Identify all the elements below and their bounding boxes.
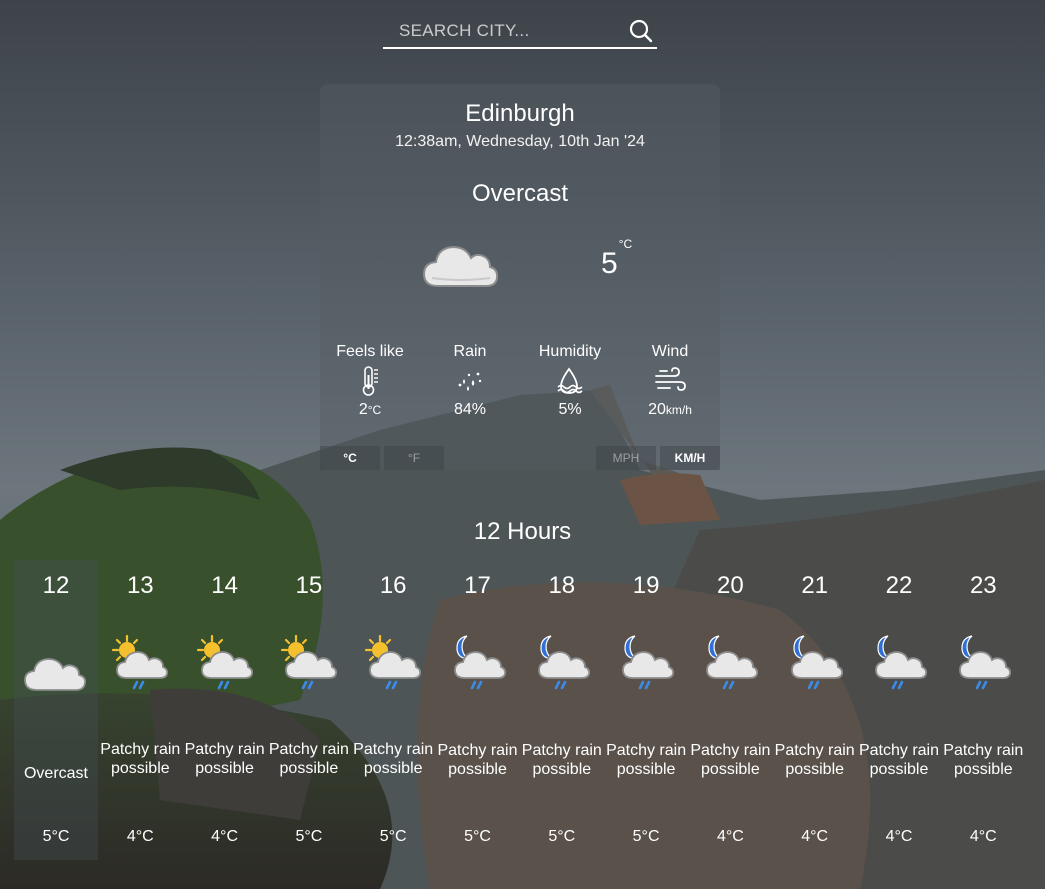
hour-label: 17	[464, 572, 491, 599]
hour-label: 15	[295, 572, 323, 599]
hour-label: 14	[211, 572, 238, 599]
hour-item: 21 Patchy rain possible 4°C	[773, 560, 857, 860]
hour-condition: Patchy rain possible	[184, 741, 265, 777]
hour-item: 18 Patchy rain possible 5°C	[520, 560, 604, 860]
stat-feels-like: Feels like 2°C	[320, 343, 420, 419]
hour-label: 21	[801, 572, 829, 599]
hour-item: 15 Patchy rain possible 5°C	[267, 560, 351, 860]
hour-temperature: 4°C	[885, 828, 913, 845]
current-weather-card: Edinburgh 12:38am, Wednesday, 10th Jan '…	[320, 84, 720, 470]
current-condition: Overcast	[471, 180, 569, 207]
hour-temperature: 4°C	[716, 828, 744, 845]
search-icon	[629, 19, 653, 42]
hour-label: 22	[885, 572, 913, 599]
unit-toggles: °C °F MPH KM/H	[320, 446, 720, 470]
weather-stats: Feels like 2°C Rain 84% Humidity 5% Wind…	[320, 343, 720, 433]
moon-cloud-rain-icon	[622, 635, 675, 690]
mph-button[interactable]: MPH	[596, 446, 656, 470]
hour-condition: Patchy rain possible	[606, 742, 687, 778]
search-button[interactable]	[627, 17, 655, 45]
hour-condition: Patchy rain possible	[353, 741, 434, 777]
hour-condition: Patchy rain possible	[943, 742, 1024, 778]
celsius-button[interactable]: °C	[320, 446, 380, 470]
hour-condition: Patchy rain possible	[268, 741, 349, 777]
hour-item: 22 Patchy rain possible 4°C	[857, 560, 941, 860]
hour-item: 17 Patchy rain possible 5°C	[436, 560, 520, 860]
stat-rain: Rain 84%	[420, 343, 520, 419]
hour-item: 12 Overcast 5°C	[14, 560, 98, 860]
cloud-icon	[422, 245, 499, 287]
hour-temperature: 5°C	[632, 828, 660, 845]
city-name: Edinburgh	[465, 100, 575, 127]
hour-item: 16 Patchy rain possible 5°C	[351, 560, 435, 860]
overcast-cloud-icon	[24, 658, 87, 691]
stat-value: 20km/h	[648, 401, 692, 418]
thermometer-icon	[362, 366, 378, 396]
local-datetime: 12:38am, Wednesday, 10th Jan '24	[395, 133, 645, 150]
current-temperature: 5°C	[601, 237, 632, 281]
hour-item: 23 Patchy rain possible 4°C	[941, 560, 1025, 860]
hour-item: 14 Patchy rain possible 4°C	[183, 560, 267, 860]
stat-label: Rain	[453, 343, 487, 360]
moon-cloud-rain-icon	[453, 635, 506, 690]
hour-label: 16	[379, 572, 407, 599]
hour-item: 13 Patchy rain possible 4°C	[98, 560, 182, 860]
hour-condition: Patchy rain possible	[774, 742, 855, 778]
hour-condition: Patchy rain possible	[858, 742, 940, 778]
stat-value: 5%	[558, 401, 582, 418]
rain-drops-icon	[458, 372, 482, 391]
temperature-value: 5	[601, 247, 618, 280]
hour-temperature: 4°C	[801, 828, 829, 845]
sun-cloud-rain-icon	[196, 634, 253, 690]
hourly-forecast-title: 12 Hours	[473, 518, 572, 545]
search-input[interactable]	[383, 20, 627, 41]
hour-temperature: 5°C	[42, 828, 70, 845]
moon-cloud-rain-icon	[790, 635, 843, 690]
hour-condition: Patchy rain possible	[100, 741, 181, 777]
hourly-forecast: 12 Overcast 5°C 13 Patchy rain possible …	[14, 560, 1026, 860]
hour-temperature: 4°C	[211, 828, 239, 845]
hour-label: 13	[126, 572, 154, 599]
stat-label: Wind	[651, 343, 689, 360]
hour-condition: Patchy rain possible	[690, 742, 771, 778]
hour-label: 19	[632, 572, 660, 599]
moon-cloud-rain-icon	[875, 635, 928, 690]
stat-humidity: Humidity 5%	[520, 343, 620, 419]
hour-temperature: 4°C	[969, 828, 997, 845]
hour-temperature: 5°C	[295, 828, 323, 845]
sun-cloud-rain-icon	[280, 634, 337, 690]
wind-icon	[655, 367, 686, 391]
moon-cloud-rain-icon	[706, 635, 759, 690]
stat-wind: Wind 20km/h	[620, 343, 720, 419]
hour-item: 20 Patchy rain possible 4°C	[688, 560, 772, 860]
hour-label: 23	[969, 572, 997, 599]
hour-temperature: 5°C	[548, 828, 576, 845]
hour-temperature: 5°C	[379, 828, 407, 845]
stat-label: Humidity	[538, 343, 602, 360]
hour-condition: Patchy rain possible	[437, 742, 518, 778]
sun-cloud-rain-icon	[112, 634, 169, 690]
sun-cloud-rain-icon	[365, 634, 422, 690]
hour-condition: Overcast	[23, 765, 88, 782]
stat-value: 84%	[453, 401, 487, 418]
search-bar	[383, 14, 657, 49]
humidity-icon	[557, 367, 583, 394]
moon-cloud-rain-icon	[959, 635, 1012, 690]
kmh-button[interactable]: KM/H	[660, 446, 720, 470]
stat-value: 2°C	[358, 401, 382, 418]
hour-label: 20	[717, 572, 744, 599]
hour-temperature: 5°C	[464, 828, 491, 845]
hour-condition: Patchy rain possible	[521, 742, 602, 778]
hour-temperature: 4°C	[126, 828, 154, 845]
hour-item: 19 Patchy rain possible 5°C	[604, 560, 688, 860]
moon-cloud-rain-icon	[537, 635, 590, 690]
hour-label: 18	[548, 572, 576, 599]
hour-label: 12	[42, 572, 70, 599]
stat-label: Feels like	[336, 343, 404, 360]
temperature-unit: °C	[618, 237, 633, 251]
fahrenheit-button[interactable]: °F	[384, 446, 444, 470]
